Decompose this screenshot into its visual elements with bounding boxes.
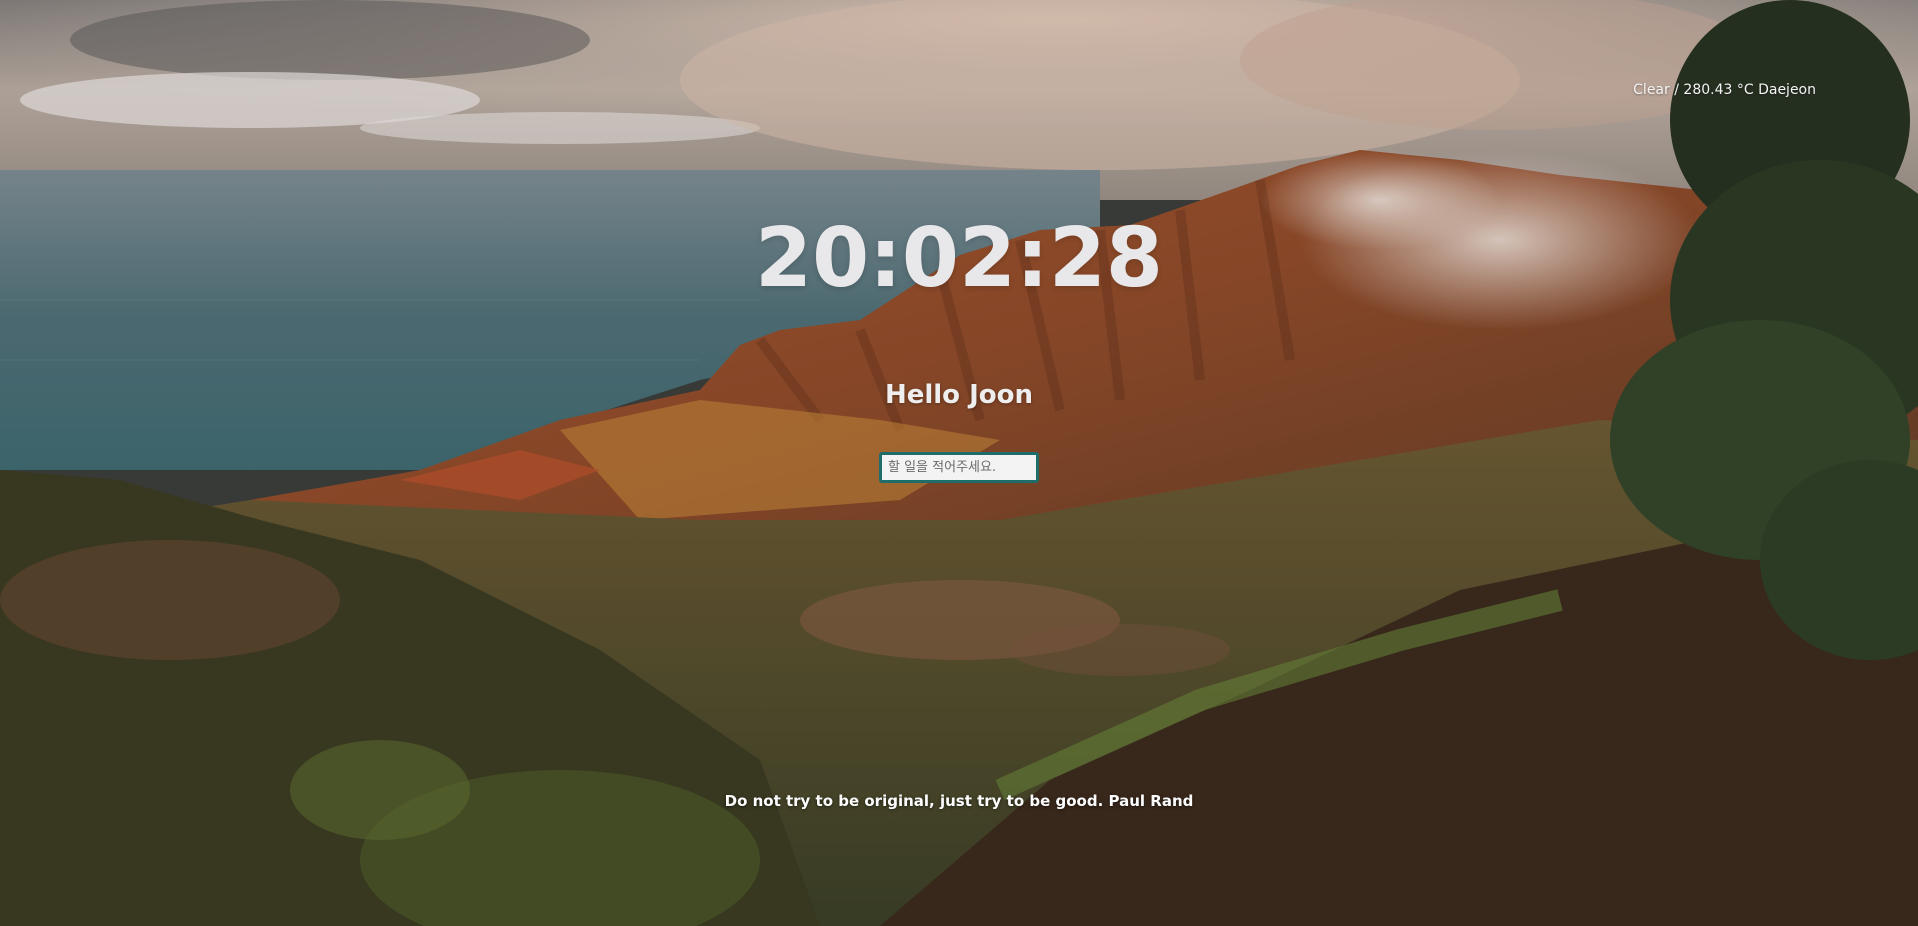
quote: Do not try to be original, just try to b… — [0, 790, 1918, 812]
todo-input[interactable] — [879, 452, 1039, 483]
clock: 20:02:28 — [755, 211, 1163, 306]
quote-text: Do not try to be original, just try to b… — [724, 792, 1104, 810]
app-screen: Clear / 280.43 °C Daejeon 20:02:28 Hello… — [0, 0, 1918, 926]
weather-separator: / — [1669, 82, 1684, 98]
weather-temperature: 280.43 °C — [1683, 82, 1754, 98]
todo-form — [879, 452, 1039, 483]
weather-condition: Clear — [1633, 82, 1670, 98]
weather-info: Clear / 280.43 °C Daejeon — [1633, 82, 1816, 98]
quote-author: Paul Rand — [1108, 792, 1194, 810]
weather-city: Daejeon — [1758, 82, 1816, 98]
greeting: Hello Joon — [884, 380, 1034, 410]
